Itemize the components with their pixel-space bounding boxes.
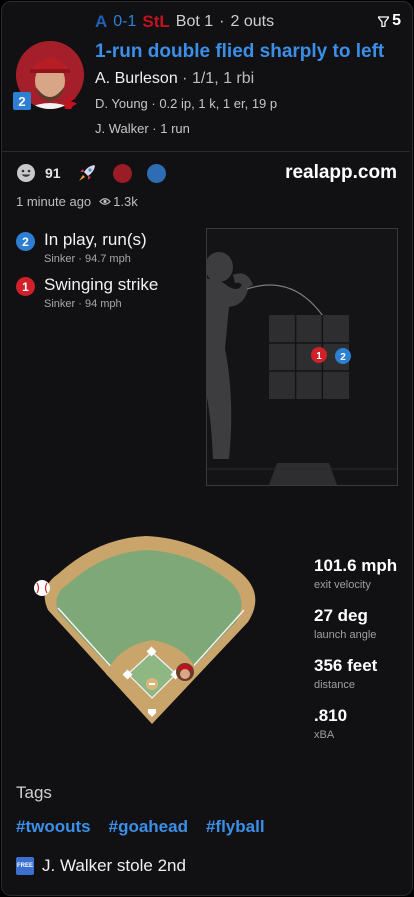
pitch-count[interactable]: 5 — [378, 12, 401, 30]
strike-zone-view[interactable]: 1 2 — [206, 228, 398, 486]
pitch-detail: Sinker · 94.7 mph — [44, 253, 131, 265]
pitcher-line[interactable]: D. Young · 0.2 ip, 1 k, 1 er, 19 p — [95, 96, 277, 111]
cardinals-logo-icon: StL — [142, 12, 170, 31]
score-line: A 0-1 StL Bot 1 · 2 outs — [95, 12, 275, 31]
outs: 2 outs — [230, 13, 275, 30]
home-plate — [269, 463, 337, 485]
time-ago: 1 minute ago — [16, 194, 92, 209]
cardinals-mini-icon — [62, 92, 84, 117]
pitch-number-badge: 1 — [16, 277, 35, 296]
blue-reaction-dot[interactable] — [146, 163, 166, 183]
runner-line[interactable]: J. Walker · 1 run — [95, 121, 190, 136]
pitch-number-badge: 2 — [16, 232, 35, 251]
batter-line: A. Burleson · 1/1, 1 rbi — [95, 70, 255, 87]
play-headline[interactable]: 1-run double flied sharply to left — [95, 41, 384, 63]
stat-distance: 356 feet distance — [314, 656, 378, 691]
stat-launch-angle: 27 deg launch angle — [314, 606, 377, 641]
tag-link[interactable]: #twoouts — [16, 817, 91, 837]
runner-avatar-icon — [176, 663, 194, 681]
pitch-result: In play, run(s) — [44, 230, 147, 249]
free-icon: FREE — [16, 857, 34, 875]
batter-name[interactable]: A. Burleson — [95, 70, 178, 87]
cardinals-reaction-dot[interactable] — [112, 163, 132, 183]
field-diagram[interactable] — [28, 528, 268, 728]
tag-list: #twoouts #goahead #flyball — [16, 817, 265, 837]
baseball-icon — [34, 580, 50, 596]
count-value: 5 — [392, 12, 401, 29]
batter-silhouette — [207, 252, 253, 459]
pitch-result: Swinging strike — [44, 275, 159, 294]
view-count: 1.3k — [113, 194, 138, 209]
pitch-marker-2: 2 — [335, 348, 351, 364]
filter-icon — [378, 15, 390, 27]
divider — [2, 151, 410, 152]
svg-text:2: 2 — [340, 352, 346, 363]
smile-emoji-icon[interactable] — [16, 163, 36, 183]
rocket-emoji-icon[interactable] — [76, 162, 98, 184]
stat-exit-velocity: 101.6 mph exit velocity — [314, 556, 398, 591]
reactions-bar: 91 — [16, 162, 166, 184]
tags-heading: Tags — [16, 783, 52, 802]
stat-xba: .810 xBA — [314, 706, 348, 741]
reaction-count: 91 — [45, 165, 61, 181]
pitch-item[interactable]: 2 In play, run(s) Sinker · 94.7 mph — [16, 230, 147, 265]
tag-link[interactable]: #flyball — [206, 817, 265, 837]
braves-logo-icon: A — [95, 12, 108, 31]
next-play-row[interactable]: FREE J. Walker stole 2nd — [16, 856, 186, 876]
pitch-detail: Sinker · 94 mph — [44, 298, 122, 310]
pitch-item[interactable]: 1 Swinging strike Sinker · 94 mph — [16, 275, 158, 310]
next-play-text: J. Walker stole 2nd — [42, 856, 186, 875]
svg-text:1: 1 — [316, 351, 322, 362]
eye-icon — [99, 198, 111, 205]
score: 0-1 — [113, 13, 137, 30]
batter-stats: 1/1, 1 rbi — [191, 70, 255, 87]
inning: Bot 1 — [175, 13, 214, 30]
site-link[interactable]: realapp.com — [285, 162, 397, 184]
pitch-marker-1: 1 — [311, 347, 327, 363]
post-meta: 1 minute ago 1.3k — [16, 194, 138, 209]
batter-number-badge: 2 — [13, 92, 31, 110]
tag-link[interactable]: #goahead — [109, 817, 188, 837]
